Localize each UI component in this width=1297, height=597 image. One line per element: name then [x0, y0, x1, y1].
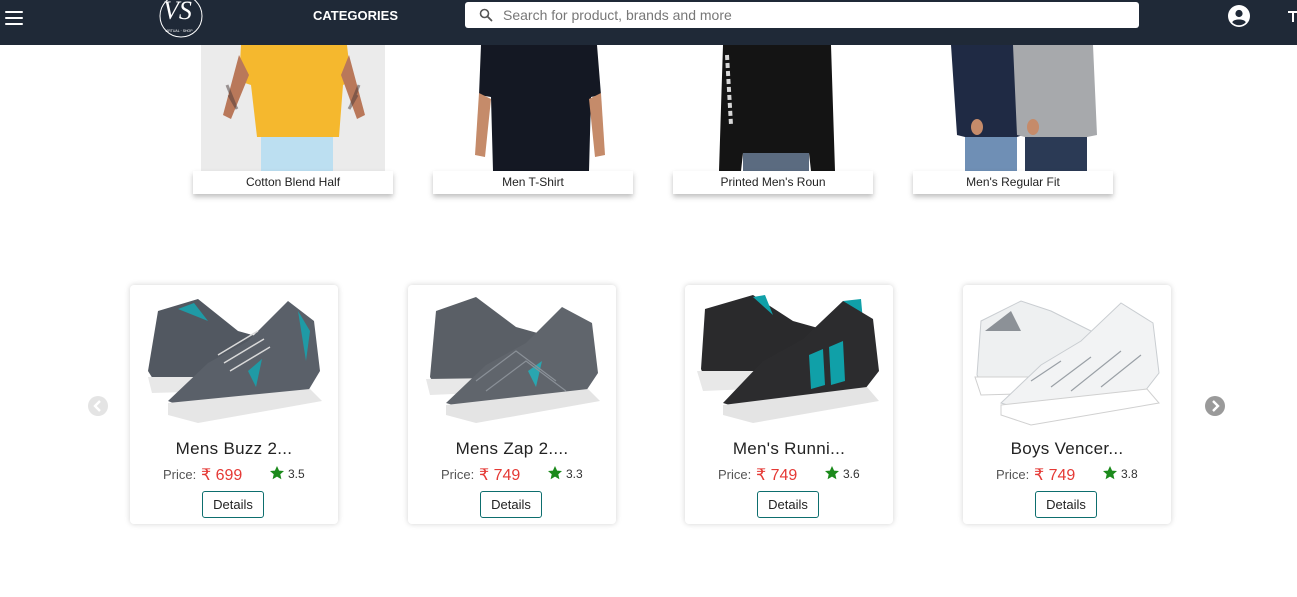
product-card[interactable]: Boys Vencer... Price: ₹ 749 3.8 Details	[963, 285, 1171, 524]
product-image	[148, 299, 322, 423]
category-image	[201, 45, 385, 171]
star-icon	[1103, 466, 1117, 480]
category-card[interactable]: Men's Regular Fit	[913, 45, 1113, 195]
star-icon	[825, 466, 839, 480]
category-card[interactable]: Cotton Blend Half	[193, 45, 393, 195]
product-name[interactable]: Boys Vencer...	[963, 439, 1171, 459]
search-bar	[465, 2, 1139, 28]
category-card[interactable]: Men T-Shirt	[433, 45, 633, 195]
price-label: Price:	[441, 467, 475, 482]
product-image	[426, 297, 600, 423]
price-label: Price:	[996, 467, 1030, 482]
price-row: Price: ₹ 749 3.8	[963, 465, 1171, 485]
cart-icon[interactable]	[1288, 9, 1297, 23]
product-card[interactable]: Mens Zap 2.... Price: ₹ 749 3.3 Details	[408, 285, 616, 524]
price-row: Price: ₹ 749 3.6	[685, 465, 893, 485]
category-image	[921, 45, 1105, 171]
rating-value: 3.6	[843, 467, 860, 481]
carousel-next-button[interactable]	[1205, 396, 1225, 416]
price-value: ₹ 749	[1034, 467, 1076, 484]
product-card[interactable]: Men's Runni... Price: ₹ 749 3.6 Details	[685, 285, 893, 524]
svg-text:VIRTUAL · SHOP: VIRTUAL · SHOP	[165, 29, 193, 33]
product-card[interactable]: Mens Buzz 2... Price: ₹ 699 3.5 Details	[130, 285, 338, 524]
details-button[interactable]: Details	[480, 491, 542, 518]
search-icon	[479, 8, 493, 22]
categories-menu[interactable]: CATEGORIES	[313, 8, 398, 23]
product-name[interactable]: Mens Zap 2....	[408, 439, 616, 459]
top-navbar: VS VIRTUAL · SHOP CATEGORIES	[0, 0, 1297, 45]
svg-text:VS: VS	[163, 0, 192, 25]
star-icon	[270, 466, 284, 480]
category-image	[681, 45, 865, 171]
price-value: ₹ 749	[756, 467, 798, 484]
search-input[interactable]	[503, 5, 1123, 25]
details-button[interactable]: Details	[757, 491, 819, 518]
chevron-left-icon	[93, 400, 101, 412]
price-label: Price:	[163, 467, 197, 482]
category-label[interactable]: Men's Regular Fit	[913, 171, 1113, 194]
rating-value: 3.3	[566, 467, 583, 481]
product-name[interactable]: Mens Buzz 2...	[130, 439, 338, 459]
product-name[interactable]: Men's Runni...	[685, 439, 893, 459]
product-image	[974, 300, 1160, 426]
price-row: Price: ₹ 749 3.3	[408, 465, 616, 485]
rating-value: 3.8	[1121, 467, 1138, 481]
details-button[interactable]: Details	[1035, 491, 1097, 518]
virtual-shop-logo[interactable]: VS VIRTUAL · SHOP	[151, 0, 213, 40]
category-image	[441, 45, 625, 171]
product-image	[697, 295, 879, 423]
star-icon	[548, 466, 562, 480]
price-label: Price:	[718, 467, 752, 482]
chevron-right-icon	[1212, 400, 1220, 412]
carousel-prev-button[interactable]	[88, 396, 108, 416]
price-row: Price: ₹ 699 3.5	[130, 465, 338, 485]
account-circle-icon[interactable]	[1228, 5, 1250, 27]
price-value: ₹ 749	[479, 467, 521, 484]
category-label[interactable]: Cotton Blend Half	[193, 171, 393, 194]
category-label[interactable]: Men T-Shirt	[433, 171, 633, 194]
price-value: ₹ 699	[201, 467, 243, 484]
category-label[interactable]: Printed Men's Roun	[673, 171, 873, 194]
details-button[interactable]: Details	[202, 491, 264, 518]
category-card[interactable]: Printed Men's Roun	[673, 45, 873, 195]
hamburger-menu-icon[interactable]	[5, 11, 23, 25]
rating-value: 3.5	[288, 467, 305, 481]
